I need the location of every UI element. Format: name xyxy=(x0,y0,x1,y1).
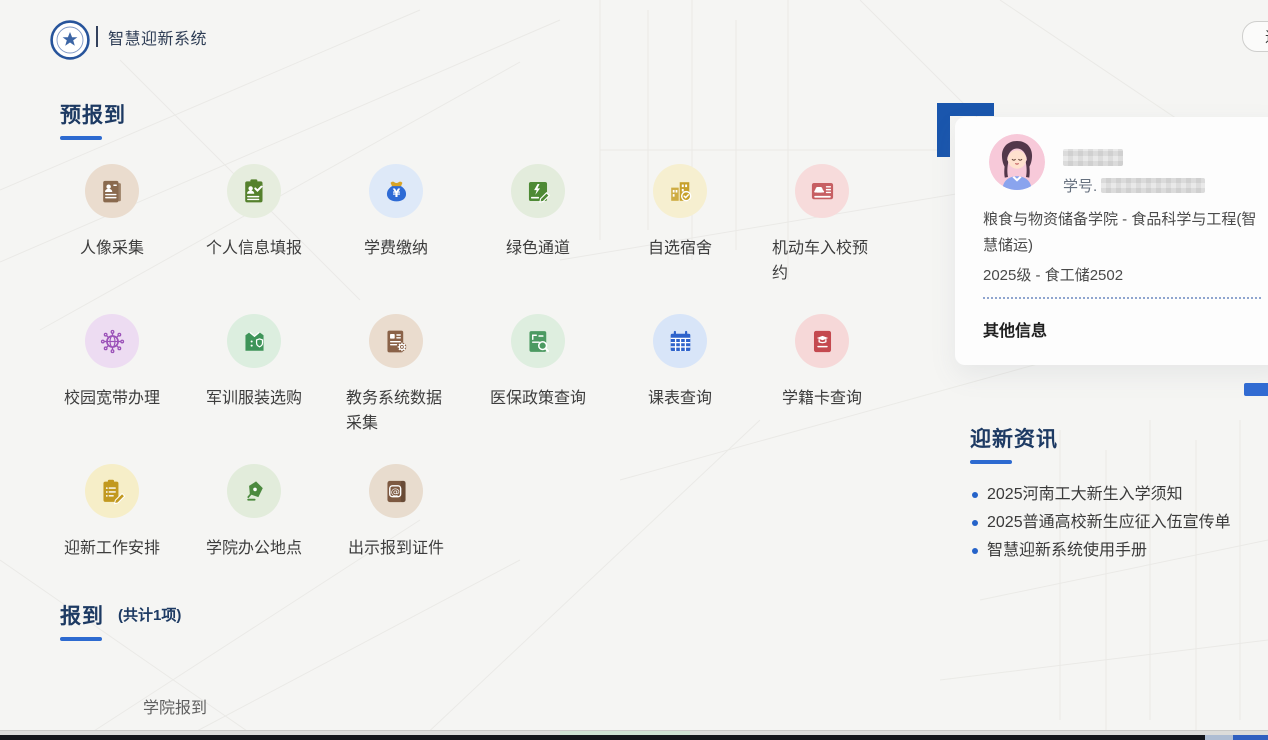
bottom-bar-steel xyxy=(1205,735,1233,740)
tile-label: 校园宽带办理 xyxy=(41,387,183,412)
uniform-buy-icon xyxy=(227,314,281,368)
dotted-divider xyxy=(983,297,1261,299)
edu-data-icon xyxy=(369,314,423,368)
student-id-label: 学号. xyxy=(1063,175,1097,196)
tile-label: 自选宿舍 xyxy=(609,237,751,262)
svg-text:@: @ xyxy=(390,487,399,497)
student-id-row: 学号. xyxy=(1063,175,1205,196)
tile-label: 学费缴纳 xyxy=(325,237,467,262)
other-info-heading: 其他信息 xyxy=(983,317,1047,341)
tile-work-schedule[interactable]: 迎新工作安排 xyxy=(41,460,183,610)
tile-uniform-buy[interactable]: 军训服装选购 xyxy=(183,310,325,460)
tile-label: 教务系统数据采集 xyxy=(325,387,467,437)
svg-text:¥: ¥ xyxy=(392,187,400,200)
tile-show-certificate[interactable]: @ 出示报到证件 xyxy=(325,460,467,610)
tile-label: 医保政策查询 xyxy=(467,387,609,412)
tile-label: 机动车入校预约 xyxy=(751,237,893,287)
show-certificate-icon: @ xyxy=(369,464,423,518)
title-underline xyxy=(970,460,1012,464)
tile-green-channel[interactable]: 绿色通道 xyxy=(467,160,609,310)
tile-medical-policy[interactable]: 医保政策查询 xyxy=(467,310,609,460)
portrait-capture-icon xyxy=(85,164,139,218)
header-divider xyxy=(96,26,98,47)
tile-office-location[interactable]: 学院办公地点 xyxy=(183,460,325,610)
news-item-text: 智慧迎新系统使用手册 xyxy=(987,537,1147,565)
broadband-icon xyxy=(85,314,139,368)
tile-dorm-select[interactable]: 自选宿舍 xyxy=(609,160,751,310)
student-card-icon xyxy=(795,314,849,368)
personal-info-icon xyxy=(227,164,281,218)
student-name-blurred xyxy=(1063,149,1123,166)
register-count-note: (共计1项) xyxy=(118,604,181,625)
pre-register-tile-grid: 人像采集个人信息填报 ¥ 学费缴纳绿色通道自选宿舍机动车入校预约校园宽带办理军训服装… xyxy=(41,160,893,610)
logout-button[interactable]: 退出 xyxy=(1242,21,1268,52)
timetable-icon xyxy=(653,314,707,368)
tuition-pay-icon: ¥ xyxy=(369,164,423,218)
bullet-dot-icon xyxy=(972,492,978,498)
tile-portrait-capture[interactable]: 人像采集 xyxy=(41,160,183,310)
title-underline xyxy=(60,136,102,140)
tile-label: 个人信息填报 xyxy=(183,237,325,262)
bottom-bar-dark xyxy=(0,735,1205,740)
tile-label: 绿色通道 xyxy=(467,237,609,262)
college-major-text: 粮食与物资储备学院 - 食品科学与工程(智慧储运) xyxy=(983,207,1265,258)
dorm-select-icon xyxy=(653,164,707,218)
tile-label: 课表查询 xyxy=(609,387,751,412)
system-title: 智慧迎新系统 xyxy=(108,25,207,49)
news-item[interactable]: 2025普通高校新生应征入伍宣传单 xyxy=(970,509,1268,537)
green-channel-icon xyxy=(511,164,565,218)
tile-label: 人像采集 xyxy=(41,237,183,262)
office-location-icon xyxy=(227,464,281,518)
tile-tuition-pay[interactable]: ¥ 学费缴纳 xyxy=(325,160,467,310)
medical-policy-icon xyxy=(511,314,565,368)
news-item[interactable]: 2025河南工大新生入学须知 xyxy=(970,481,1268,509)
tile-label: 迎新工作安排 xyxy=(41,537,183,562)
news-section: 迎新资讯 2025河南工大新生入学须知2025普通高校新生应征入伍宣传单智慧迎新… xyxy=(970,423,1268,565)
news-title: 迎新资讯 xyxy=(970,423,1268,453)
tile-vehicle-entry[interactable]: 机动车入校预约 xyxy=(751,160,893,310)
tile-student-card[interactable]: 学籍卡查询 xyxy=(751,310,893,460)
avatar xyxy=(989,134,1045,190)
welcome-system-page: 智慧迎新系统 退出 预报到 人像采集个人信息填报 ¥ 学费缴纳绿色通道自选宿舍机动车… xyxy=(0,0,1268,740)
tile-label: 学院办公地点 xyxy=(183,537,325,562)
news-item-text: 2025河南工大新生入学须知 xyxy=(987,481,1183,509)
news-item-text: 2025普通高校新生应征入伍宣传单 xyxy=(987,509,1231,537)
bullet-dot-icon xyxy=(972,520,978,526)
title-underline xyxy=(60,637,102,641)
pre-register-title: 预报到 xyxy=(60,99,126,129)
tile-label: 军训服装选购 xyxy=(183,387,325,412)
side-widget-chip[interactable] xyxy=(1244,383,1268,396)
bottom-bar-blue xyxy=(1233,735,1268,740)
pre-register-section-header: 预报到 xyxy=(60,99,126,140)
tile-edu-data[interactable]: 教务系统数据采集 xyxy=(325,310,467,460)
work-schedule-icon xyxy=(85,464,139,518)
grade-class-text: 2025级 - 食工储2502 xyxy=(983,264,1123,285)
news-list: 2025河南工大新生入学须知2025普通高校新生应征入伍宣传单智慧迎新系统使用手… xyxy=(970,481,1268,565)
tile-broadband[interactable]: 校园宽带办理 xyxy=(41,310,183,460)
news-item[interactable]: 智慧迎新系统使用手册 xyxy=(970,537,1268,565)
register-item-college[interactable]: 学院报到 xyxy=(143,694,207,718)
student-profile-card: 学号. 粮食与物资储备学院 - 食品科学与工程(智慧储运) 2025级 - 食工… xyxy=(955,117,1268,365)
tile-label: 出示报到证件 xyxy=(325,537,467,562)
tile-timetable[interactable]: 课表查询 xyxy=(609,310,751,460)
bullet-dot-icon xyxy=(972,548,978,554)
register-section-header: 报到 (共计1项) xyxy=(60,600,181,641)
vehicle-entry-icon xyxy=(795,164,849,218)
register-title: 报到 xyxy=(60,600,104,630)
student-id-blurred xyxy=(1101,178,1205,193)
tile-label: 学籍卡查询 xyxy=(751,387,893,412)
university-seal-logo xyxy=(50,20,90,60)
tile-personal-info[interactable]: 个人信息填报 xyxy=(183,160,325,310)
